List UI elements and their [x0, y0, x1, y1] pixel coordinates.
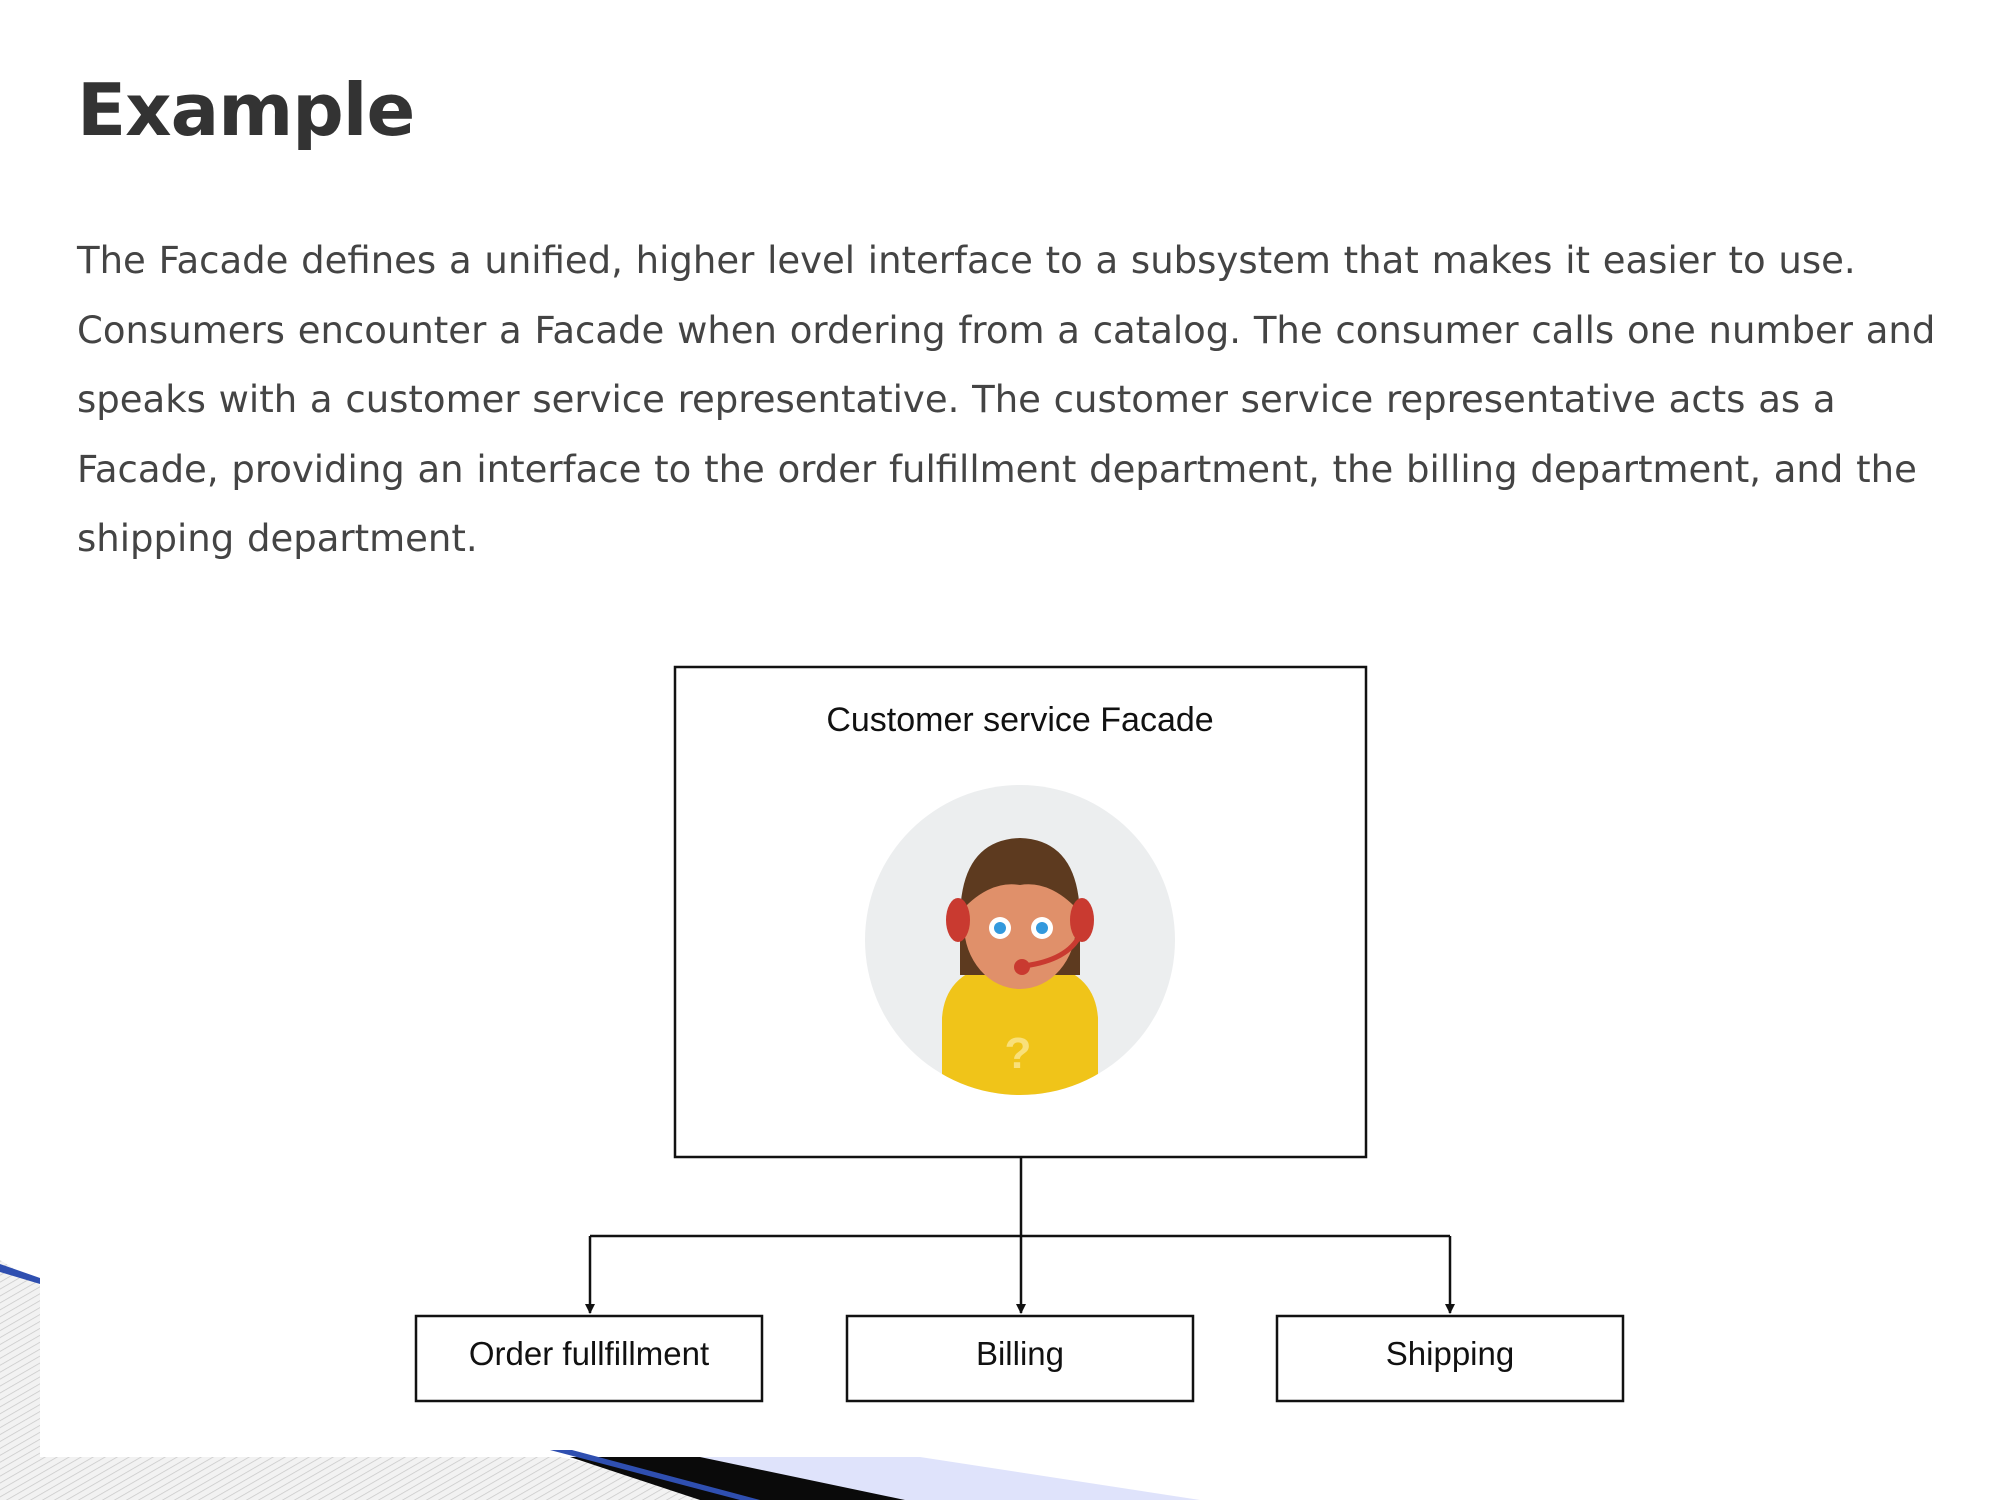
left-earcup: [946, 898, 970, 942]
subsystem-billing: Billing: [845, 1314, 1195, 1403]
subsystem-order-fulfillment: Order fullfillment: [414, 1314, 764, 1403]
connectors: [585, 1157, 1455, 1314]
facade-node: Customer service Facade ?: [673, 665, 1368, 1159]
slide: Example The Facade defines a unified, hi…: [0, 0, 2000, 1500]
facade-label: Customer service Facade: [826, 701, 1213, 739]
subsystem-label: Order fullfillment: [469, 1335, 709, 1372]
right-eye-iris: [1036, 922, 1048, 934]
subsystem-label: Billing: [976, 1335, 1064, 1372]
slide-content: Example The Facade defines a unified, hi…: [0, 0, 2000, 1500]
headset-mic: [1014, 959, 1030, 975]
left-eye-iris: [994, 922, 1006, 934]
subsystem-label: Shipping: [1386, 1335, 1514, 1372]
facade-diagram: Customer service Facade ? Order fullfill…: [414, 665, 1625, 1403]
question-mark-glyph: ?: [1005, 1029, 1032, 1078]
subsystem-shipping: Shipping: [1275, 1314, 1625, 1403]
